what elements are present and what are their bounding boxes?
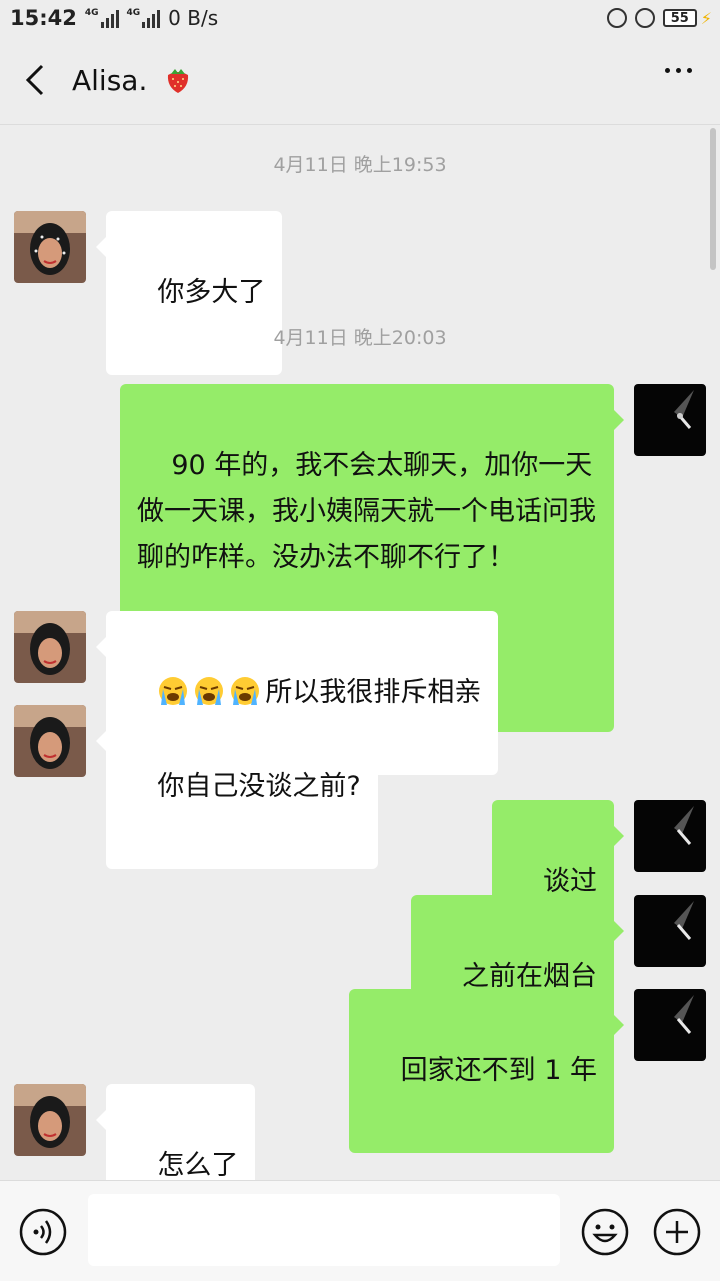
loudly-crying-emoji-icon — [231, 677, 260, 705]
emoji-icon[interactable] — [580, 1207, 630, 1257]
alarm-icon — [634, 8, 655, 28]
signal-icon-2: 4G — [127, 8, 161, 28]
more-options-button[interactable] — [665, 68, 692, 73]
timestamp: 4月11日 晚上20:03 — [273, 327, 447, 349]
signal-icon: 4G — [85, 8, 119, 28]
network-speed: 0 B/s — [168, 6, 219, 30]
rotation-lock-icon — [606, 8, 627, 28]
battery-icon: 55 — [662, 9, 697, 27]
message-text: 怎么了 — [157, 1150, 239, 1181]
chevron-left-icon — [25, 64, 44, 96]
loudly-crying-emoji-icon — [159, 677, 188, 705]
message-text: 所以我很排斥相亲 — [265, 677, 482, 708]
my-avatar[interactable] — [634, 989, 706, 1061]
message-text: 谈过 — [543, 866, 597, 897]
message-bubble-incoming[interactable]: 你多大了 — [95, 211, 283, 375]
charging-icon: ⚡ — [700, 8, 712, 28]
contact-avatar[interactable] — [14, 611, 86, 683]
message-text: 你多大了 — [157, 277, 266, 308]
message-text: 你自己没谈之前? — [157, 771, 361, 802]
back-button[interactable] — [0, 36, 70, 124]
message-bubble-incoming[interactable]: 你自己没谈之前? — [96, 705, 378, 869]
plus-icon[interactable] — [652, 1207, 702, 1257]
strawberry-icon — [168, 69, 189, 93]
contact-avatar[interactable] — [14, 211, 86, 283]
chat-title: Alisa. — [72, 64, 193, 97]
timestamp: 4月11日 晚上19:53 — [273, 154, 447, 176]
message-bubble-outgoing[interactable]: 回家还不到 1 年 — [349, 989, 624, 1153]
message-text: 之前在烟台 — [462, 961, 597, 992]
chat-header: Alisa. — [0, 36, 720, 125]
status-time: 15:42 — [10, 6, 77, 30]
message-text: 90 年的，我不会太聊天，加你一天做一天课，我小姨隔天就一个电话问我聊的咋样。没… — [137, 450, 596, 573]
message-input[interactable] — [88, 1194, 560, 1266]
message-text: 回家还不到 1 年 — [400, 1055, 597, 1086]
loudly-crying-emoji-icon — [195, 677, 224, 705]
input-bar — [0, 1180, 720, 1281]
my-avatar[interactable] — [634, 800, 706, 872]
my-avatar[interactable] — [634, 895, 706, 967]
contact-avatar[interactable] — [14, 705, 86, 777]
status-bar: 15:42 4G 4G 0 B/s 55 ⚡ — [0, 0, 720, 36]
voice-icon[interactable] — [18, 1207, 68, 1257]
contact-avatar[interactable] — [14, 1084, 86, 1156]
contact-name: Alisa. — [72, 63, 148, 97]
my-avatar[interactable] — [634, 384, 706, 456]
